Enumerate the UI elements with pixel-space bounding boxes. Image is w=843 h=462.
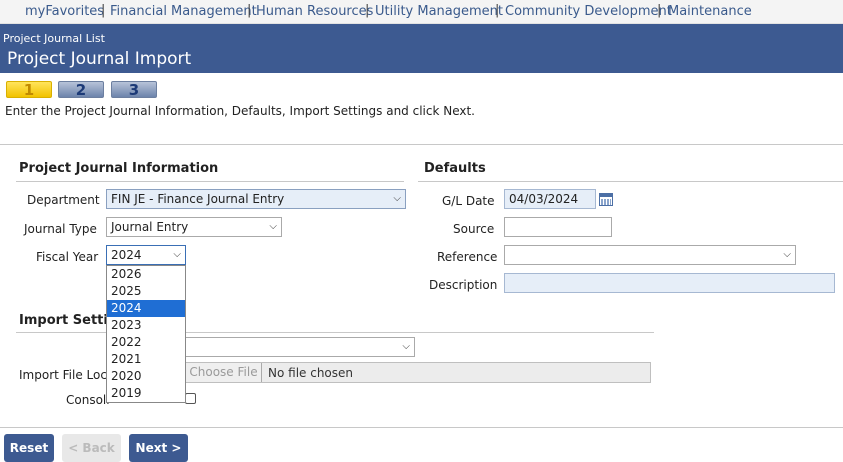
fiscal-year-option[interactable]: 2026 xyxy=(107,266,185,283)
reset-button[interactable]: Reset xyxy=(4,434,54,462)
fiscal-year-option-selected[interactable]: 2024 xyxy=(107,300,185,317)
wizard-step-2[interactable]: 2 xyxy=(58,81,104,99)
fiscal-year-label: Fiscal Year xyxy=(36,250,99,264)
section-divider xyxy=(16,181,404,182)
department-value: FIN JE - Finance Journal Entry xyxy=(111,192,285,206)
top-navigation: myFavorites | Financial Management | Hum… xyxy=(0,0,843,24)
department-select[interactable]: FIN JE - Finance Journal Entry ⌵ xyxy=(106,189,406,209)
journal-type-value: Journal Entry xyxy=(111,220,189,234)
defaults-section-title: Defaults xyxy=(424,161,486,176)
wizard-step-3[interactable]: 3 xyxy=(111,81,157,99)
journal-type-label: Journal Type xyxy=(24,222,97,236)
nav-separator: | xyxy=(101,3,106,18)
source-input[interactable] xyxy=(504,217,612,237)
wizard-step-1[interactable]: 1 xyxy=(6,81,52,99)
nav-utility-management[interactable]: Utility Management xyxy=(375,4,503,19)
calendar-icon[interactable] xyxy=(599,193,613,206)
nav-community-development[interactable]: Community Development xyxy=(505,4,672,19)
import-format-select[interactable]: ⌵ xyxy=(186,337,415,357)
project-info-section-title: Project Journal Information xyxy=(19,161,219,176)
reference-select[interactable]: ⌵ xyxy=(504,245,796,265)
nav-financial-management[interactable]: Financial Management xyxy=(110,4,257,19)
fiscal-year-option[interactable]: 2025 xyxy=(107,283,185,300)
fiscal-year-option[interactable]: 2023 xyxy=(107,317,185,334)
import-file-location-label: Import File Locat xyxy=(19,368,120,382)
fiscal-year-dropdown-list[interactable]: 2026 2025 2024 2023 2022 2021 2020 2019 xyxy=(106,265,186,403)
divider xyxy=(0,427,843,428)
description-label: Description xyxy=(429,278,498,292)
nav-myfavorites[interactable]: myFavorites xyxy=(25,4,104,19)
chevron-down-icon: ⌵ xyxy=(173,249,181,260)
breadcrumb[interactable]: Project Journal List xyxy=(3,32,105,45)
instructions-text: Enter the Project Journal Information, D… xyxy=(5,104,475,118)
nav-separator: | xyxy=(247,3,252,18)
back-button[interactable]: < Back xyxy=(62,434,121,462)
reference-label: Reference xyxy=(437,250,498,264)
fiscal-year-option[interactable]: 2019 xyxy=(107,385,185,402)
nav-separator: | xyxy=(495,3,500,18)
fiscal-year-value: 2024 xyxy=(111,248,142,262)
fiscal-year-option[interactable]: 2020 xyxy=(107,368,185,385)
divider xyxy=(0,144,843,145)
next-button[interactable]: Next > xyxy=(129,434,188,462)
nav-maintenance[interactable]: Maintenance xyxy=(668,4,752,19)
fiscal-year-option[interactable]: 2021 xyxy=(107,351,185,368)
consolidate-entries-checkbox[interactable] xyxy=(185,393,196,404)
description-input[interactable] xyxy=(504,273,835,293)
nav-separator: | xyxy=(365,3,370,18)
gl-date-input[interactable]: 04/03/2024 xyxy=(504,189,596,209)
consolidate-entries-label: Consoli xyxy=(66,393,110,407)
journal-type-select[interactable]: Journal Entry ⌵ xyxy=(106,217,282,237)
fiscal-year-option[interactable]: 2022 xyxy=(107,334,185,351)
no-file-chosen-text: No file chosen xyxy=(268,366,354,380)
gl-date-label: G/L Date xyxy=(442,194,495,208)
choose-file-button[interactable]: Choose File xyxy=(186,363,262,382)
chevron-down-icon: ⌵ xyxy=(269,221,277,232)
department-label: Department xyxy=(27,193,100,207)
fiscal-year-select[interactable]: 2024 ⌵ xyxy=(106,245,186,265)
page-title: Project Journal Import xyxy=(7,49,192,69)
chevron-down-icon: ⌵ xyxy=(393,193,401,204)
chevron-down-icon: ⌵ xyxy=(402,341,410,352)
chevron-down-icon: ⌵ xyxy=(783,249,791,260)
page-header: Project Journal List Project Journal Imp… xyxy=(0,24,843,73)
nav-human-resources[interactable]: Human Resources xyxy=(256,4,373,19)
nav-separator: | xyxy=(657,3,662,18)
source-label: Source xyxy=(453,222,495,236)
section-divider xyxy=(418,181,843,182)
